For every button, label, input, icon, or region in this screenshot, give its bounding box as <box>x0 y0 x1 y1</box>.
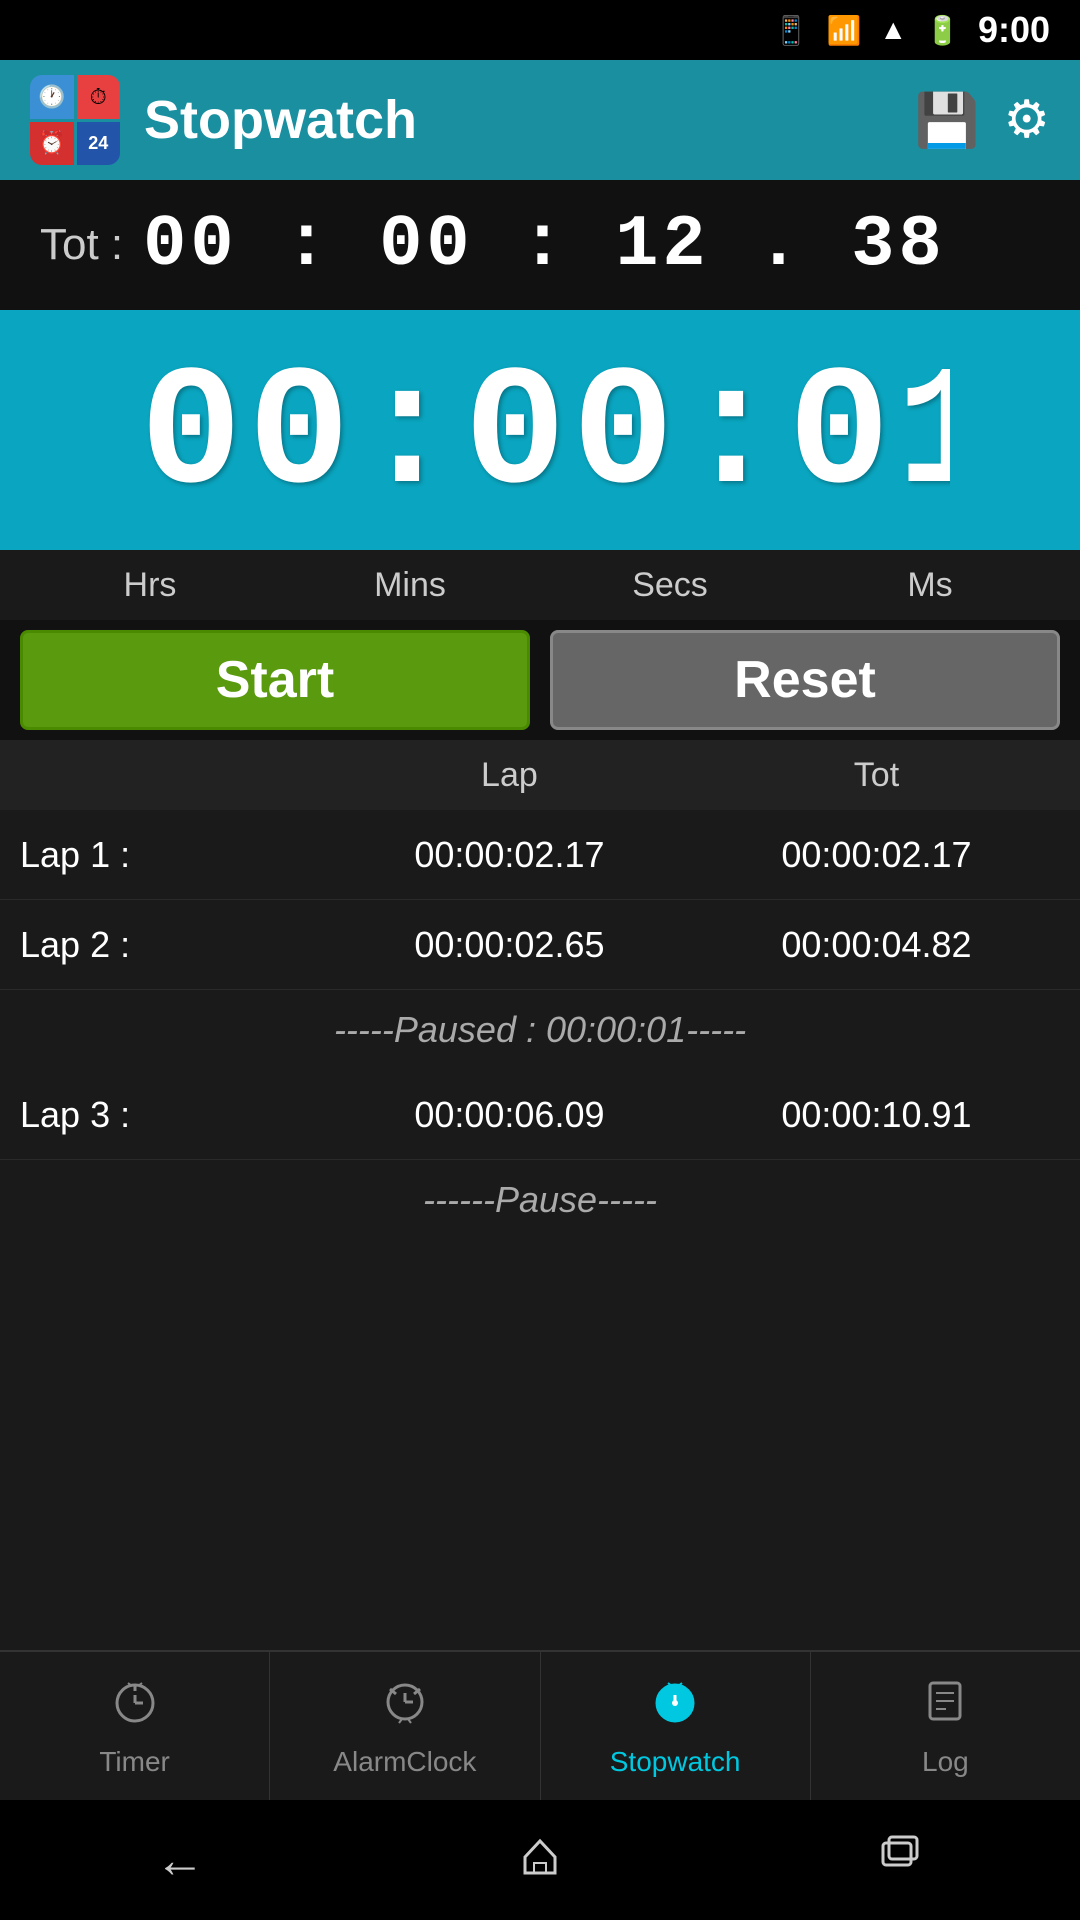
phone-rotate-icon: 📱 <box>774 14 809 47</box>
tab-stopwatch-label: Stopwatch <box>610 1746 741 1778</box>
lap-row-3: Lap 3 : 00:00:06.09 00:00:10.91 <box>0 1070 1080 1160</box>
recents-button[interactable] <box>875 1829 925 1891</box>
tot-column-header: Tot <box>693 756 1060 795</box>
timer-hours: 00:00:01.45 <box>130 384 950 551</box>
app-title: Stopwatch <box>144 89 891 151</box>
pause-2-row: ------Pause----- <box>0 1160 1080 1240</box>
ms-label: Ms <box>800 566 1060 605</box>
lap-column-header: Lap <box>326 756 693 795</box>
lap-3-tot: 00:00:10.91 <box>693 1094 1060 1136</box>
wifi-icon: 📶 <box>826 14 861 47</box>
lap-1-name: Lap 1 : <box>20 834 326 876</box>
back-button[interactable]: ← <box>155 1831 205 1889</box>
app-logo: 🕐 ⏱ ⏰ 24 <box>30 75 120 165</box>
settings-button[interactable]: ⚙ <box>1003 90 1050 150</box>
status-bar: 📱 📶 ▲ 🔋 9:00 <box>0 0 1080 60</box>
save-button[interactable]: 💾 <box>915 90 980 151</box>
lap-row-2: Lap 2 : 00:00:02.65 00:00:04.82 <box>0 900 1080 990</box>
pause-2-text: ------Pause----- <box>423 1179 657 1221</box>
total-display: Tot : 00 : 00 : 12 . 38 <box>0 180 1080 310</box>
alarm-icon <box>380 1675 430 1738</box>
tab-log[interactable]: Log <box>811 1652 1080 1800</box>
battery-icon: 🔋 <box>925 14 960 47</box>
lap-1-tot: 00:00:02.17 <box>693 834 1060 876</box>
tab-timer[interactable]: Timer <box>0 1652 270 1800</box>
lap-row-1: Lap 1 : 00:00:02.17 00:00:02.17 <box>0 810 1080 900</box>
lap-1-time: 00:00:02.17 <box>326 834 693 876</box>
lap-2-tot: 00:00:04.82 <box>693 924 1060 966</box>
buttons-row: Start Reset <box>0 620 1080 740</box>
start-button[interactable]: Start <box>20 630 530 730</box>
home-button[interactable] <box>515 1829 565 1891</box>
logo-cell-grid: ⏱ <box>77 75 121 119</box>
lap-3-time: 00:00:06.09 <box>326 1094 693 1136</box>
main-timer: 00:00:01.45 <box>0 310 1080 550</box>
reset-button[interactable]: Reset <box>550 630 1060 730</box>
main-time-display: 00:00:01.45 <box>130 306 950 555</box>
logo-cell-clock: 🕐 <box>30 75 74 119</box>
lap-list: Lap Tot Lap 1 : 00:00:02.17 00:00:02.17 … <box>0 740 1080 1240</box>
tot-label: Tot : <box>40 220 123 270</box>
paused-1-text: -----Paused : 00:00:01----- <box>334 1009 746 1051</box>
tot-time: 00 : 00 : 12 . 38 <box>143 204 946 286</box>
lap-2-time: 00:00:02.65 <box>326 924 693 966</box>
timer-icon <box>110 1675 160 1738</box>
tab-stopwatch[interactable]: Stopwatch <box>541 1652 811 1800</box>
stopwatch-icon <box>650 1675 700 1738</box>
paused-1-row: -----Paused : 00:00:01----- <box>0 990 1080 1070</box>
mins-label: Mins <box>280 566 540 605</box>
secs-label: Secs <box>540 566 800 605</box>
signal-icon: ▲ <box>879 14 907 46</box>
tab-alarmclock-label: AlarmClock <box>333 1746 476 1778</box>
logo-cell-24: 24 <box>77 122 121 166</box>
hrs-label: Hrs <box>20 566 280 605</box>
lap-2-name: Lap 2 : <box>20 924 326 966</box>
tab-timer-label: Timer <box>99 1746 170 1778</box>
content-area: Tot : 00 : 00 : 12 . 38 00:00:01.45 Hrs … <box>0 180 1080 1650</box>
lap-header: Lap Tot <box>0 740 1080 810</box>
svg-text:00:00:01.45: 00:00:01.45 <box>140 340 950 506</box>
tab-log-label: Log <box>922 1746 969 1778</box>
logo-cell-alarm: ⏰ <box>30 122 74 166</box>
sys-nav: ← <box>0 1800 1080 1920</box>
app-bar: 🕐 ⏱ ⏰ 24 Stopwatch 💾 ⚙ <box>0 60 1080 180</box>
bottom-nav: Timer AlarmClock <box>0 1650 1080 1800</box>
tab-alarmclock[interactable]: AlarmClock <box>270 1652 540 1800</box>
time-labels: Hrs Mins Secs Ms <box>0 550 1080 620</box>
status-time: 9:00 <box>978 9 1050 51</box>
log-icon <box>920 1675 970 1738</box>
lap-3-name: Lap 3 : <box>20 1094 326 1136</box>
